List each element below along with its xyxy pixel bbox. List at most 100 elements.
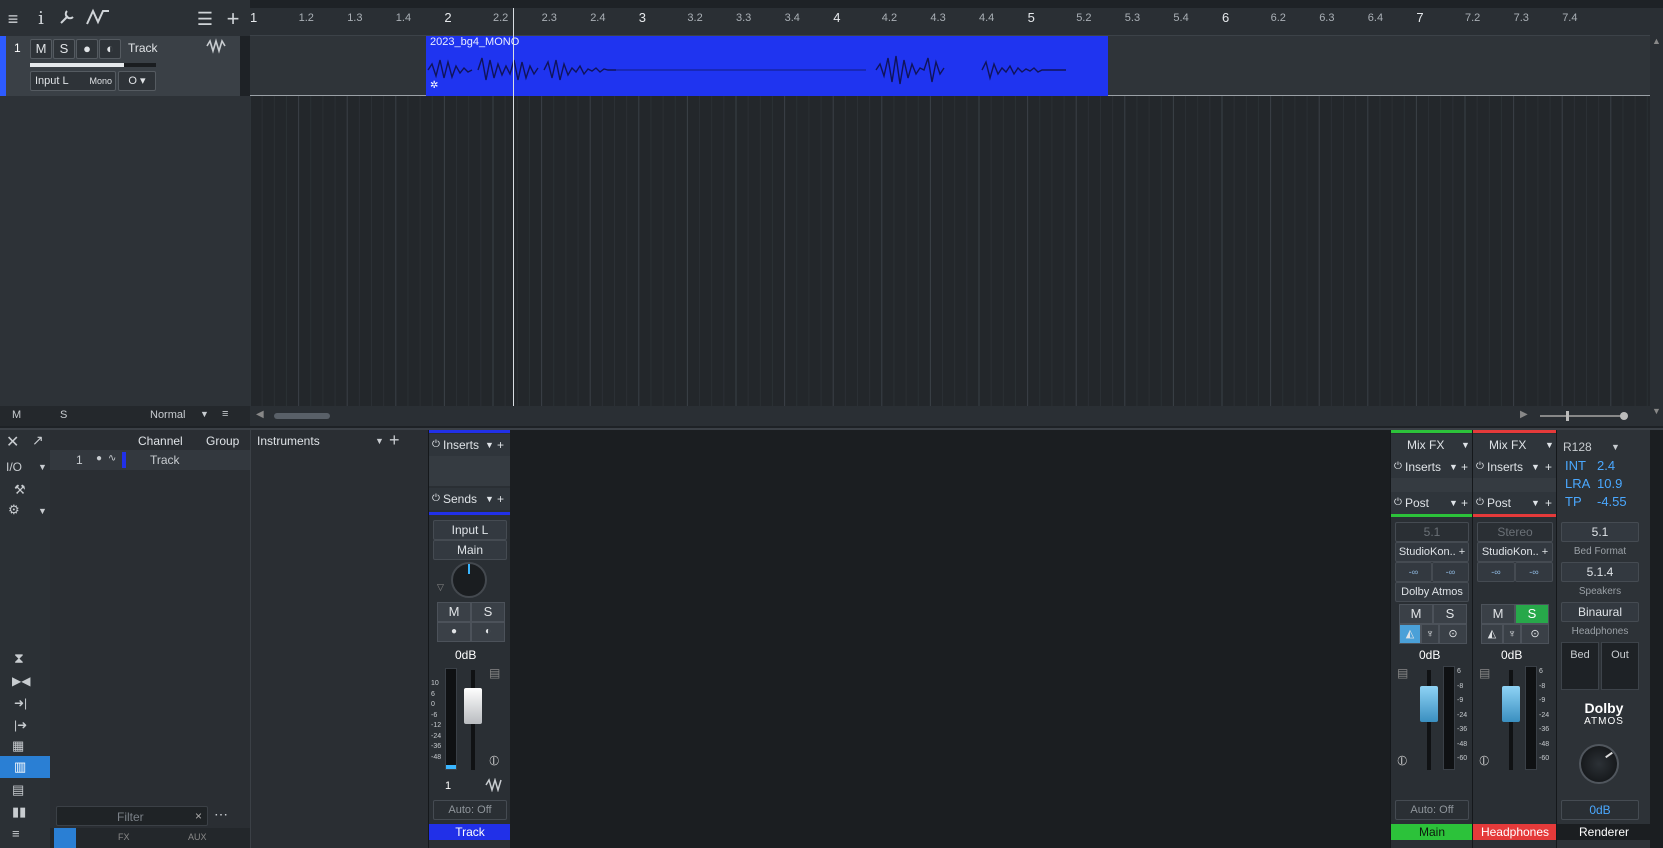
record-icon[interactable]: ● [96,453,102,464]
scroll-up-icon[interactable]: ▲ [1652,36,1661,46]
mix-fx-select[interactable]: Mix FX ▼ [1391,434,1473,456]
chevron-down-icon[interactable]: ▼ [485,434,494,456]
link-icon[interactable]: ⊙ [1521,624,1549,644]
chevron-down-icon[interactable]: ▼ [1611,442,1620,452]
channel-name[interactable]: Track [429,824,511,840]
io-toggle[interactable]: I/O [6,460,22,474]
dim-icon[interactable]: ◭ [1481,624,1503,644]
loudness-standard[interactable]: R128 [1563,440,1592,454]
automation-mode[interactable]: Auto: Off [1395,800,1469,820]
narrow-icon[interactable]: ▶◀ [12,674,30,688]
track-volume-slider[interactable] [30,63,156,67]
add-insert-icon[interactable]: + [1545,456,1552,478]
meter-icon[interactable]: ▮▮ [12,804,26,820]
list-icon[interactable]: ≡ [222,408,228,420]
more-icon[interactable]: ⋯ [214,806,228,823]
menu-icon[interactable]: ≡ [2,8,24,30]
keyboard-view-button[interactable]: ▥ [0,756,50,778]
pan-left[interactable]: -∞ [1395,562,1432,582]
channel-name[interactable]: Headphones [1473,824,1557,840]
audio-clip[interactable]: 2023_bg4_MONO ✲ [426,36,1108,96]
timeline-ruler[interactable]: 1 1.2 1.3 1.4 2 2.2 2.3 2.4 3 3.2 3.3 3.4 4 4.2 4.3 4.4… [250,8,1650,36]
info-icon[interactable]: i [30,8,52,30]
track-name[interactable]: Track [128,41,158,55]
list-item[interactable]: 1 ● ∿ Track [50,450,250,470]
input-icon[interactable]: ➜| [14,696,27,710]
inserts-section[interactable]: ⏻ Inserts ▼ + [429,434,511,456]
gain-readout[interactable]: 0dB [455,648,476,662]
zoom-slider[interactable] [1540,411,1628,421]
monitor-button[interactable]: ◐ [99,39,121,59]
mute-button[interactable]: M [1481,604,1515,624]
headphones-mode-select[interactable]: Binaural [1561,602,1639,622]
wrench-icon[interactable] [56,8,78,30]
track-mode-select[interactable]: Normal [150,409,185,421]
sends-section[interactable]: ⏻ Sends ▼ + [429,488,511,510]
tab-aux[interactable]: AUX [188,832,207,842]
track-header[interactable]: 1 M S ● ◐ Track Input L Mono O ▾ [0,36,240,96]
meter-mode-icon[interactable]: ⦶ [1397,752,1407,769]
post-section[interactable]: ⏻ Post ▼ + [1391,492,1473,514]
bed-button[interactable]: Bed [1561,642,1599,690]
record-arm-button[interactable]: ● [76,39,98,59]
vertical-scrollbar[interactable]: ▲ ▼ [1650,8,1663,426]
track-mute-button[interactable]: M [30,39,52,59]
global-mute-label[interactable]: M [12,409,21,421]
expand-icon[interactable]: ↗ [32,432,44,449]
banks-icon[interactable]: ▤ [12,782,24,798]
automation-mode[interactable]: Auto: Off [433,800,507,820]
record-button[interactable]: ● [437,622,471,642]
menu-icon[interactable]: ≡ [12,826,20,841]
plugin-slot[interactable]: StudioKon.. + 9 [1395,542,1469,576]
add-post-icon[interactable]: + [1545,492,1552,514]
scroll-down-icon[interactable]: ▼ [1652,406,1661,416]
chevron-down-icon[interactable]: ▼ [1531,492,1540,514]
add-insert-icon[interactable]: + [1461,456,1468,478]
plugin-slot[interactable]: StudioKon.. + 8 [1477,542,1553,576]
track-lane[interactable]: 2023_bg4_MONO ✲ [250,36,1650,96]
close-icon[interactable]: ✕ [6,432,19,452]
input-select[interactable]: Input L Mono [30,71,116,91]
add-icon[interactable]: + [389,430,400,451]
channel-name[interactable]: Renderer [1557,824,1651,840]
chevron-down-icon[interactable]: ▼ [38,462,47,472]
tab-audio[interactable] [54,828,76,848]
renderer-gain[interactable]: 0dB [1561,800,1639,820]
automation-icon[interactable] [84,8,112,30]
horizontal-scroll-thumb[interactable] [274,413,330,419]
meter-mode-icon[interactable]: ⦶ [489,752,499,769]
pan-left[interactable]: -∞ [1477,562,1515,582]
gain-readout[interactable]: 0dB [1501,648,1522,662]
add-send-icon[interactable]: + [497,488,504,510]
list-icon[interactable]: ▤ [1479,666,1490,680]
mute-button[interactable]: M [1399,604,1433,624]
add-icon[interactable]: + [222,8,244,30]
track-solo-button[interactable]: S [53,39,75,59]
pan-right[interactable]: -∞ [1432,562,1469,582]
add-insert-icon[interactable]: + [497,434,504,456]
monitor-button[interactable]: ◐ [471,622,505,642]
channel-column-header[interactable]: Channel [138,434,183,448]
pan-right[interactable]: -∞ [1515,562,1553,582]
group-column-header[interactable]: Group [206,434,239,448]
dim-icon[interactable]: ◭ [1399,624,1421,644]
input-select[interactable]: Input L [433,520,507,540]
arrangement-view[interactable]: 2023_bg4_MONO ✲ [250,36,1650,406]
chevron-down-icon[interactable]: ▼ [1449,456,1458,478]
tab-fx[interactable]: FX [118,832,130,842]
out-button[interactable]: Out [1601,642,1639,690]
volume-fader[interactable] [464,688,482,724]
solo-button[interactable]: S [1433,604,1467,624]
mix-fx-select[interactable]: Mix FX ▼ [1473,434,1557,456]
post-section[interactable]: ⏻ Post ▼ + [1473,492,1557,514]
mixer-empty-area[interactable] [510,430,1390,848]
list-icon[interactable]: ▤ [1397,666,1408,680]
instruments-header[interactable]: Instruments [257,434,320,448]
pan-knob[interactable] [451,562,487,598]
speakers-select[interactable]: 5.1.4 [1561,562,1639,582]
chevron-down-icon[interactable]: ▼ [1449,492,1458,514]
mic-icon[interactable]: ♆ [1503,624,1521,644]
global-solo-label[interactable]: S [60,409,67,421]
list-icon[interactable]: ▤ [489,666,500,680]
volume-fader[interactable] [1420,686,1438,722]
